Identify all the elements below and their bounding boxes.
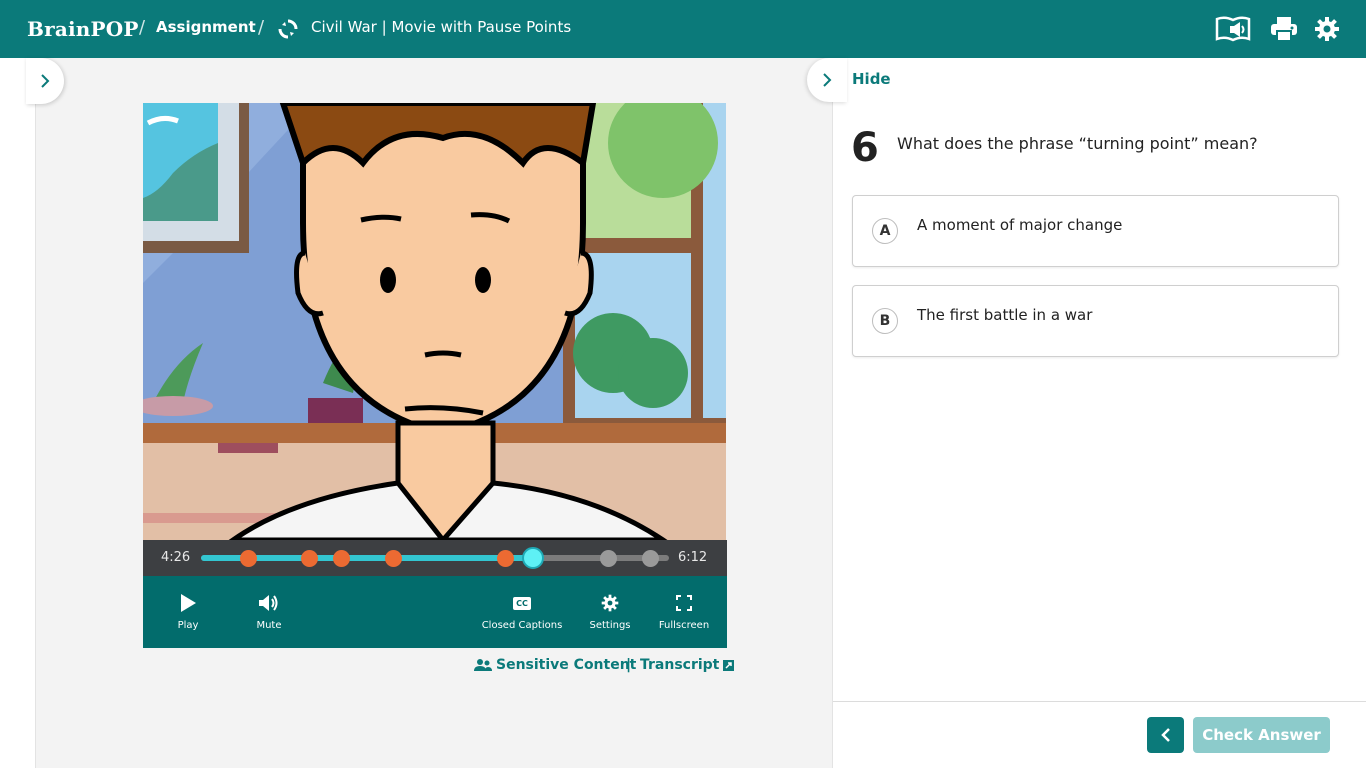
brainpop-logo[interactable]: BrainPOP <box>27 17 139 41</box>
pause-point-marker[interactable] <box>600 550 618 567</box>
mute-button[interactable]: Mute <box>253 592 285 631</box>
print-icon[interactable] <box>1266 14 1302 44</box>
pause-point-marker[interactable] <box>642 550 660 567</box>
pause-point-marker[interactable] <box>384 550 402 567</box>
chevron-right-icon <box>41 74 50 88</box>
video-progress-bar: 4:26 6:12 <box>143 540 727 576</box>
pause-point-marker[interactable] <box>239 550 257 567</box>
answer-text: The first battle in a war <box>917 306 1093 324</box>
sensitive-content-link[interactable]: Sensitive Content <box>474 657 636 673</box>
transcript-link[interactable]: Transcript <box>640 657 735 673</box>
fullscreen-label: Fullscreen <box>658 620 710 631</box>
footer-divider <box>833 701 1366 702</box>
closed-captions-icon: CC <box>513 596 531 610</box>
page-title: Civil War | Movie with Pause Points <box>311 18 572 36</box>
pause-point-marker[interactable] <box>333 550 351 567</box>
settings-button[interactable]: Settings <box>589 592 631 631</box>
sensitive-content-label: Sensitive Content <box>496 657 637 673</box>
breadcrumb-separator: / <box>139 17 146 38</box>
breadcrumb-assignment[interactable]: Assignment <box>156 18 256 36</box>
video-controls: Play Mute CC Closed Captions Settings Fu… <box>143 576 727 648</box>
answer-option-b[interactable]: B The first battle in a war <box>852 285 1339 357</box>
pause-point-marker[interactable] <box>497 550 515 567</box>
question-text: What does the phrase “turning point” mea… <box>897 134 1258 153</box>
answer-letter: B <box>872 308 898 334</box>
current-time: 4:26 <box>161 550 191 565</box>
people-icon <box>474 659 492 671</box>
external-link-icon <box>723 659 735 671</box>
answer-letter: A <box>872 218 898 244</box>
progress-handle[interactable] <box>522 547 545 569</box>
previous-question-button[interactable] <box>1147 717 1184 753</box>
settings-gear-icon[interactable] <box>1309 14 1345 44</box>
question-number: 6 <box>851 125 879 171</box>
volume-icon <box>259 595 278 611</box>
video-frame[interactable] <box>143 103 726 540</box>
answer-option-a[interactable]: A A moment of major change <box>852 195 1339 267</box>
transcript-label: Transcript <box>640 657 720 673</box>
play-button[interactable]: Play <box>173 592 203 631</box>
video-still-illustration <box>143 103 726 540</box>
closed-captions-button[interactable]: CC Closed Captions <box>481 592 563 631</box>
chevron-right-icon <box>823 73 832 87</box>
breadcrumb-separator: / <box>258 17 265 38</box>
mute-label: Mute <box>256 620 282 631</box>
fullscreen-icon <box>676 595 692 611</box>
settings-label: Settings <box>589 620 631 631</box>
closed-captions-label: Closed Captions <box>481 620 563 631</box>
chevron-left-icon <box>1160 728 1170 742</box>
hide-panel-link[interactable]: Hide <box>852 70 891 88</box>
collapse-panel-button[interactable] <box>807 58 847 102</box>
read-aloud-icon[interactable] <box>1215 14 1251 44</box>
total-time: 6:12 <box>678 550 708 565</box>
play-label: Play <box>177 620 199 631</box>
links-divider: | <box>626 657 632 673</box>
progress-track[interactable] <box>201 547 669 569</box>
movie-reel-icon <box>278 19 298 39</box>
top-bar: BrainPOP / Assignment / Civil War | Movi… <box>0 0 1366 58</box>
check-answer-button[interactable]: Check Answer <box>1193 717 1330 753</box>
gear-icon <box>601 594 619 612</box>
pause-point-marker[interactable] <box>300 550 318 567</box>
play-icon <box>181 594 196 612</box>
fullscreen-button[interactable]: Fullscreen <box>657 592 711 631</box>
answer-text: A moment of major change <box>917 216 1123 234</box>
